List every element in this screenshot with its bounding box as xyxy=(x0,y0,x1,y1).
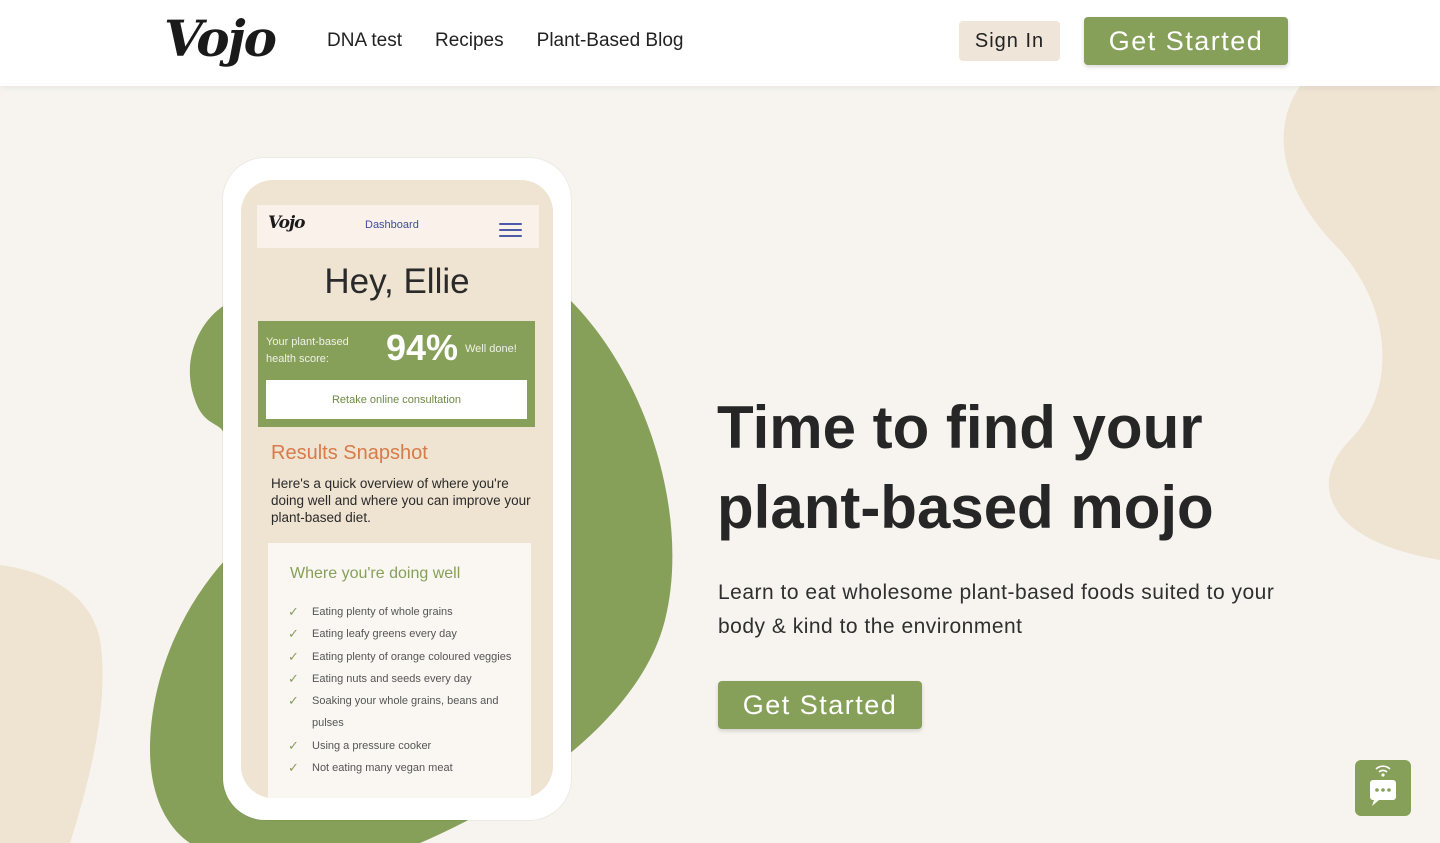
list-item-label: Eating plenty of whole grains xyxy=(312,606,453,618)
chat-widget-button[interactable] xyxy=(1355,760,1411,816)
hero-title-line-2: plant-based mojo xyxy=(717,474,1214,541)
main-nav: DNA test Recipes Plant-Based Blog xyxy=(327,28,683,54)
hamburger-icon xyxy=(499,223,522,241)
check-icon: ✓ xyxy=(288,648,299,664)
list-item: ✓ Not eating many vegan meat xyxy=(288,757,518,779)
app-logo: Vojo xyxy=(268,213,305,233)
nav-dna-test[interactable]: DNA test xyxy=(327,28,402,54)
snapshot-title: Results Snapshot xyxy=(271,442,428,464)
list-item-label: Eating leafy greens every day xyxy=(312,628,457,641)
check-icon: ✓ xyxy=(288,760,299,776)
vojo-logo[interactable]: Vojo xyxy=(164,4,277,74)
retake-consultation-button: Retake online consultation xyxy=(266,380,527,419)
score-box: Your plant-based health score: 94% Well … xyxy=(258,321,535,427)
doing-well-list: ✓ Eating plenty of whole grains ✓ Eating l… xyxy=(288,601,518,779)
check-icon: ✓ xyxy=(288,626,299,642)
list-item-label: Eating plenty of orange coloured veggies xyxy=(312,650,512,663)
chat-icon xyxy=(1370,765,1396,806)
check-icon: ✓ xyxy=(288,737,299,753)
doing-well-title: Where you're doing well xyxy=(290,565,461,582)
score-label: Your plant-based health score: xyxy=(266,336,349,365)
beige-blob-left xyxy=(0,565,103,843)
doing-well-card: Where you're doing well ✓ Eating plenty o… xyxy=(268,543,531,798)
phone-screen: Vojo Dashboard Hey, Ellie Your plant-bas… xyxy=(241,180,553,798)
list-item-label: Eating nuts and seeds every day xyxy=(312,672,472,685)
site-header: Vojo DNA test Recipes Plant-Based Blog S… xyxy=(0,0,1440,86)
check-icon: ✓ xyxy=(288,670,299,686)
score-value: 94% xyxy=(386,327,459,368)
greeting: Hey, Ellie xyxy=(324,262,470,301)
list-item-label: Soaking your whole grains, beans and pul… xyxy=(312,695,499,730)
phone-mockup: Vojo Dashboard Hey, Ellie Your plant-bas… xyxy=(223,158,571,820)
list-item: ✓ Eating plenty of whole grains xyxy=(288,601,518,623)
hero-title-line-1: Time to find your xyxy=(717,394,1203,461)
list-item-label: Using a pressure cooker xyxy=(312,739,432,752)
hero-get-started-button[interactable]: Get Started xyxy=(718,681,922,729)
check-icon: ✓ xyxy=(288,604,299,619)
nav-recipes[interactable]: Recipes xyxy=(435,28,504,54)
list-item: ✓ Eating plenty of orange coloured veggie… xyxy=(288,646,518,668)
list-item: ✓ Eating leafy greens every day xyxy=(288,623,518,645)
app-bar: Vojo Dashboard xyxy=(257,205,539,248)
hero-title: Time to find your plant-based mojo xyxy=(717,388,1337,548)
list-item-label: Not eating many vegan meat xyxy=(312,762,453,775)
header-get-started-button[interactable]: Get Started xyxy=(1084,17,1288,65)
check-icon: ✓ xyxy=(288,693,299,709)
list-item: ✓ Soaking your whole grains, beans and pu… xyxy=(288,690,518,735)
list-item: ✓ Eating nuts and seeds every day xyxy=(288,668,518,690)
sign-in-button[interactable]: Sign In xyxy=(959,21,1060,61)
app-dashboard-title: Dashboard xyxy=(365,219,419,231)
hero-subtitle: Learn to eat wholesome plant-based foods… xyxy=(718,581,1275,638)
nav-plant-based-blog[interactable]: Plant-Based Blog xyxy=(537,28,684,54)
list-item: ✓ Using a pressure cooker xyxy=(288,735,518,757)
snapshot-description: Here's a quick overview of where you're … xyxy=(271,476,531,525)
score-note: Well done! xyxy=(465,343,517,355)
